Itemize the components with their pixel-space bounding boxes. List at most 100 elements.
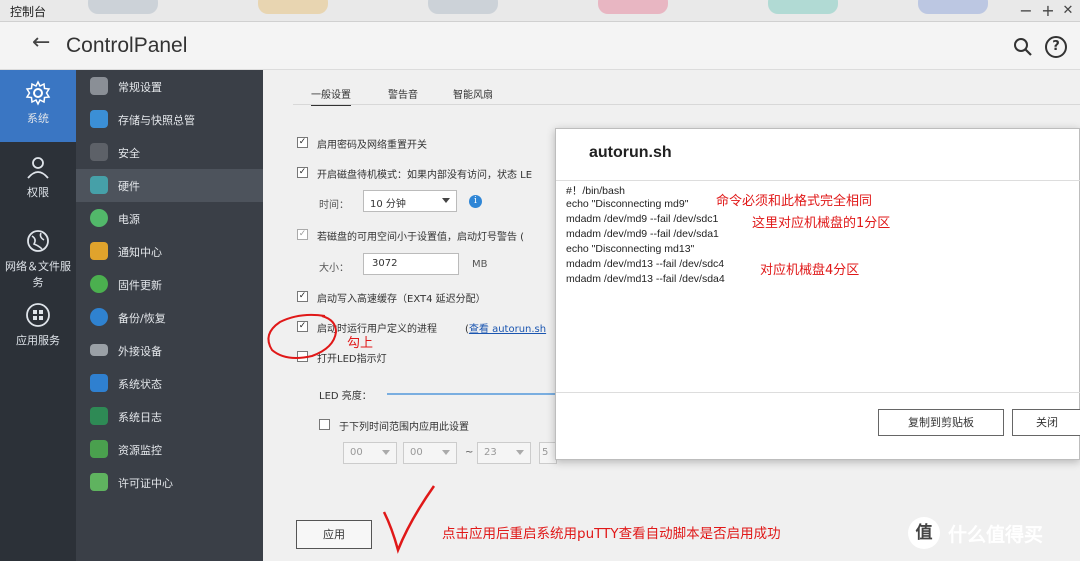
gear-icon [25, 80, 51, 106]
menu-item-firmware[interactable]: 固件更新 [76, 268, 263, 301]
disk-standby-checkbox[interactable]: ✓ [297, 167, 308, 178]
menu-item-status[interactable]: 系统状态 [76, 367, 263, 400]
log-icon [90, 407, 108, 425]
user-icon [27, 157, 49, 179]
info-icon[interactable]: i [469, 195, 482, 208]
reset-switch-checkbox[interactable]: ✓ [297, 137, 308, 148]
tab-divider [293, 104, 1080, 105]
menu-item-license[interactable]: 许可证中心 [76, 466, 263, 499]
external-device-icon [90, 344, 108, 356]
menu-item-label: 安全 [118, 147, 140, 160]
menu-item-resource[interactable]: 资源监控 [76, 433, 263, 466]
copy-to-clipboard-button[interactable]: 复制到剪贴板 [878, 409, 1004, 436]
apps-grid-icon [26, 303, 50, 327]
reset-switch-label: 启用密码及网络重置开关 [317, 140, 427, 151]
watermark-logo: 值 [908, 517, 940, 549]
free-space-label: 若磁盘的可用空间小于设置值，启动灯号警告 ( [317, 232, 525, 243]
script-line: #！/bin/bash [566, 185, 625, 197]
rail-label: 权限 [27, 186, 49, 199]
menu-item-label: 资源监控 [118, 444, 162, 457]
schedule-label: 于下列时间范围内应用此设置 [339, 422, 469, 433]
rail-item-network[interactable]: 网络＆文件服务 [0, 218, 76, 290]
size-unit: MB [472, 259, 488, 270]
page-title: ControlPanel [66, 34, 188, 57]
menu-item-label: 常规设置 [118, 81, 162, 94]
minimize-button[interactable]: − [1016, 1, 1036, 20]
close-dialog-button[interactable]: 关闭 [1012, 409, 1080, 436]
rail-label: 网络＆文件服务 [5, 260, 71, 289]
time-label: 时间： [319, 200, 349, 211]
settings-icon [90, 77, 108, 95]
led-brightness-slider[interactable] [387, 393, 557, 395]
menu-item-hardware[interactable]: 硬件 [76, 169, 263, 202]
standby-time-select[interactable]: 10 分钟 [363, 190, 457, 212]
notification-icon [90, 242, 108, 260]
window-titlebar: 控制台 − + ✕ [0, 0, 1080, 22]
rail-label: 系统 [27, 112, 49, 125]
tab-general[interactable]: 一般设置 [311, 86, 351, 106]
menu-item-general[interactable]: 常规设置 [76, 70, 263, 103]
schedule-checkbox[interactable] [319, 419, 330, 430]
menu-item-label: 许可证中心 [118, 477, 173, 490]
menu-item-label: 通知中心 [118, 246, 162, 259]
tab-smart-fan[interactable]: 智能风扇 [453, 86, 493, 101]
hardware-icon [90, 176, 108, 194]
taskbar-thumbnail [768, 0, 838, 14]
menu-item-external[interactable]: 外接设备 [76, 334, 263, 367]
category-rail: 系统 权限 网络＆文件服务 应用服务 [0, 70, 76, 561]
menu-item-security[interactable]: 安全 [76, 136, 263, 169]
start-hour-value: 00 [350, 447, 363, 458]
app-header: ← ControlPanel ? [0, 22, 1080, 70]
rail-label: 应用服务 [16, 334, 60, 347]
help-icon[interactable]: ? [1045, 36, 1067, 58]
annotation-partition4-note: 对应机械盘4分区 [760, 263, 860, 278]
write-cache-checkbox[interactable]: ✓ [297, 291, 308, 302]
menu-item-label: 备份/恢复 [118, 312, 166, 325]
size-label: 大小： [319, 263, 349, 274]
view-autorun-link[interactable]: 查看 autorun.sh [469, 324, 546, 335]
disk-standby-label: 开启磁盘待机模式：如果内部没有访问，状态 LE [317, 170, 533, 181]
end-hour-select[interactable]: 23 [477, 442, 531, 464]
start-minute-select[interactable]: 00 [403, 442, 457, 464]
end-minute-value: 5 [542, 447, 549, 458]
script-line: echo "Disconnecting md9" [566, 198, 689, 210]
storage-icon [90, 110, 108, 128]
menu-item-storage[interactable]: 存储与快照总管 [76, 103, 263, 136]
start-hour-select[interactable]: 00 [343, 442, 397, 464]
watermark-text: 什么值得买 [948, 524, 1044, 546]
resource-monitor-icon [90, 440, 108, 458]
start-minute-value: 00 [410, 447, 423, 458]
apply-button[interactable]: 应用 [296, 520, 372, 549]
led-checkbox[interactable] [297, 351, 308, 362]
settings-menu: 常规设置 存储与快照总管 安全 硬件 电源 通知中心 固件更新 备份/恢复 外接… [76, 70, 263, 561]
menu-item-label: 硬件 [118, 180, 140, 193]
script-line: mdadm /dev/md9 --fail /dev/sda1 [566, 228, 719, 240]
license-icon [90, 473, 108, 491]
chevron-down-icon [442, 450, 450, 455]
end-hour-value: 23 [484, 447, 497, 458]
autorun-dialog: autorun.sh #！/bin/bash echo "Disconnecti… [555, 128, 1080, 460]
size-input[interactable]: 3072 [363, 253, 459, 275]
menu-item-backup[interactable]: 备份/恢复 [76, 301, 263, 334]
taskbar-thumbnail [918, 0, 988, 14]
lock-icon [90, 143, 108, 161]
chevron-down-icon [442, 198, 450, 203]
taskbar-thumbnail [258, 0, 328, 14]
menu-item-notifications[interactable]: 通知中心 [76, 235, 263, 268]
free-space-checkbox[interactable]: ✓ [297, 229, 308, 240]
menu-item-label: 系统日志 [118, 411, 162, 424]
tab-alert-sound[interactable]: 警告音 [388, 86, 418, 101]
rail-item-system[interactable]: 系统 [0, 70, 76, 142]
close-window-button[interactable]: ✕ [1058, 3, 1078, 18]
led-label: 打开LED指示灯 [317, 354, 387, 365]
rail-item-apps[interactable]: 应用服务 [0, 292, 76, 364]
autorun-checkbox[interactable]: ✓ [297, 321, 308, 332]
menu-item-logs[interactable]: 系统日志 [76, 400, 263, 433]
maximize-button[interactable]: + [1038, 1, 1058, 20]
rail-item-permissions[interactable]: 权限 [0, 144, 76, 216]
backup-icon [90, 308, 108, 326]
menu-item-power[interactable]: 电源 [76, 202, 263, 235]
search-icon[interactable] [1012, 36, 1034, 58]
annotation-format-note: 命令必须和此格式完全相同 [716, 194, 873, 209]
arrow-left-icon[interactable]: ← [32, 30, 50, 55]
